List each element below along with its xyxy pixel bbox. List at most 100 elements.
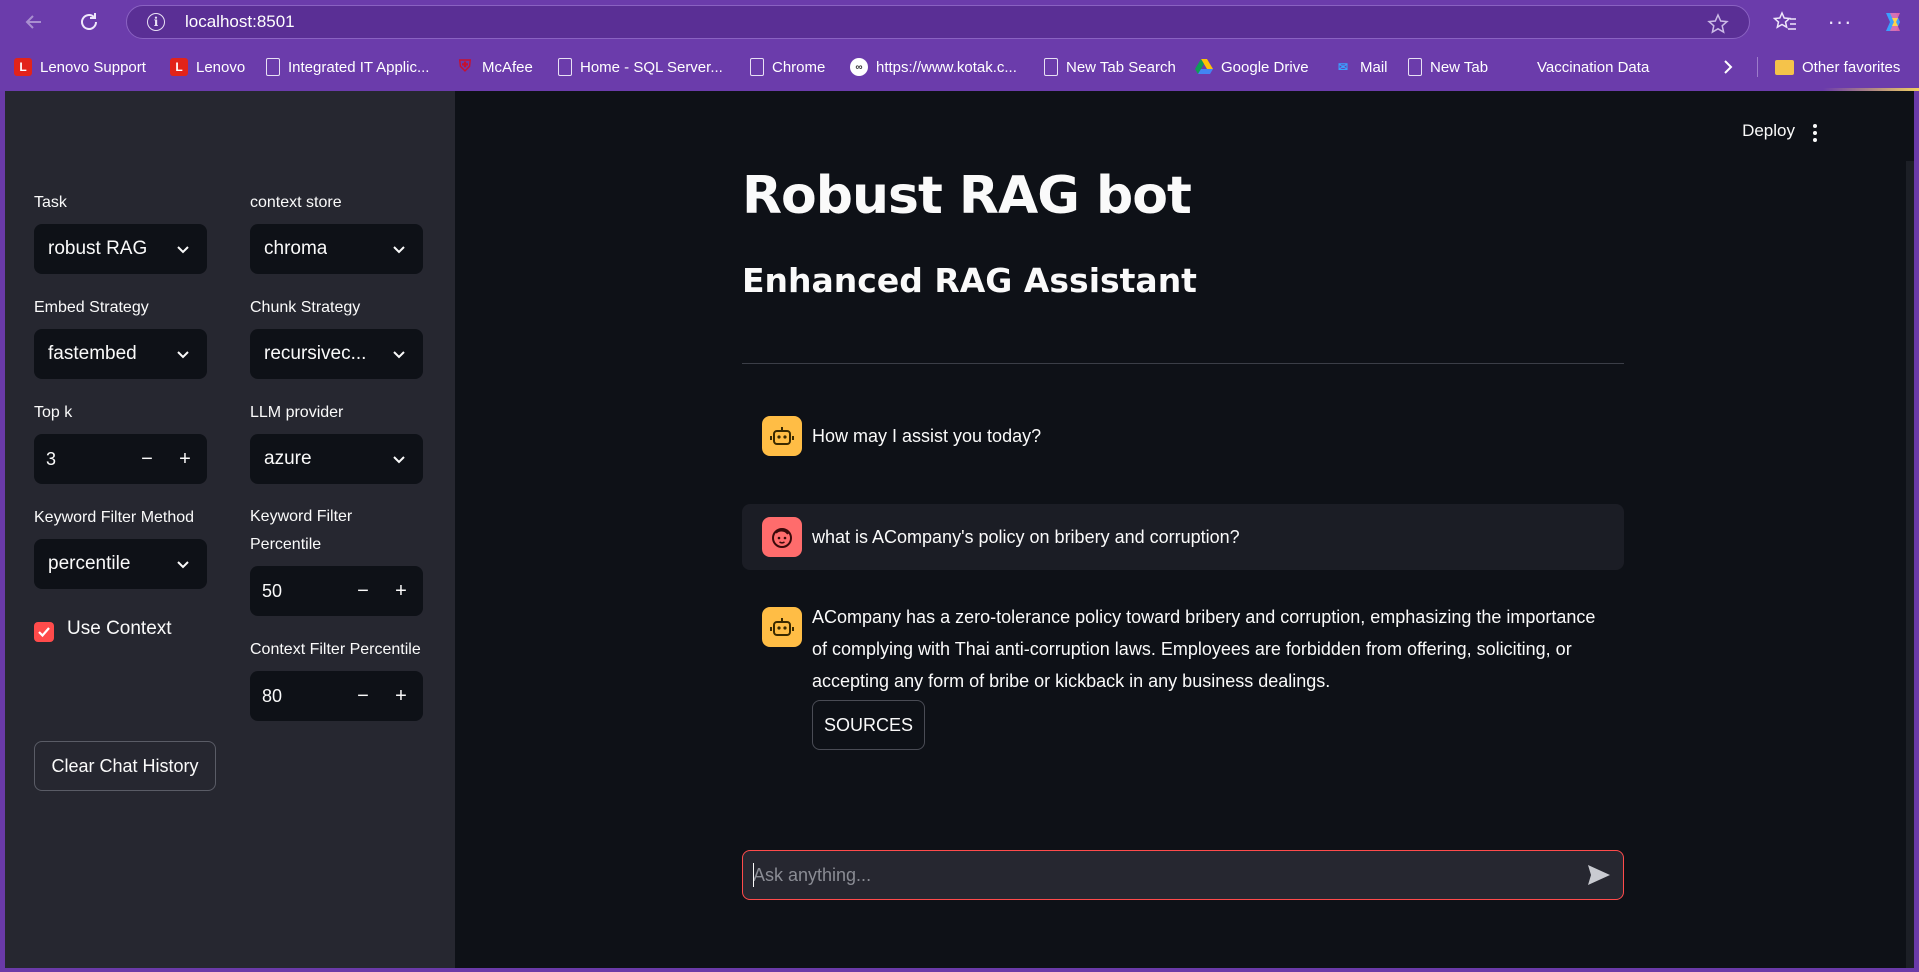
keyword-filter-percentile-input[interactable]: 50 − + [250,566,423,616]
bookmarks-overflow-button[interactable] [1722,52,1734,82]
embed-strategy-select[interactable]: fastembed [34,329,207,379]
bot-avatar-icon [762,416,802,456]
message-text: what is ACompany's policy on bribery and… [812,527,1240,547]
keyword-filter-percentile-increment-button[interactable]: + [383,566,419,616]
context-store-label: context store [250,194,342,211]
keyword-filter-percentile-label-line1: Keyword Filter [250,508,353,525]
chevron-down-icon [177,246,189,254]
top-k-value: 3 [46,449,57,469]
task-select-value: robust RAG [48,238,148,259]
chat-message-assistant: ACompany has a zero-tolerance policy tow… [742,601,1624,751]
use-context-label[interactable]: Use Context [67,618,172,640]
address-url: localhost:8501 [185,12,295,31]
keyword-filter-percentile-decrement-button[interactable]: − [345,566,381,616]
copilot-icon[interactable] [1878,8,1908,36]
page-icon [1408,58,1422,76]
bookmark-mail[interactable]: ✉ Mail [1334,52,1388,82]
message-text: How may I assist you today? [812,426,1042,446]
task-select[interactable]: robust RAG [34,224,207,274]
address-bar[interactable]: i localhost:8501 [126,5,1750,39]
chat-message-user: what is ACompany's policy on bribery and… [742,504,1624,570]
chevron-right-icon [1724,60,1733,74]
back-arrow-icon [25,15,41,29]
bookmark-kotak[interactable]: ∞ https://www.kotak.c... [850,52,1017,82]
chevron-down-icon [177,351,189,359]
chat-message-assistant: How may I assist you today? [742,411,1624,471]
user-avatar-icon [762,517,802,557]
bookmark-lenovo[interactable]: L Lenovo [170,52,245,82]
bookmark-new-tab-search[interactable]: New Tab Search [1044,52,1176,82]
bookmark-vaccination-data[interactable]: Vaccination Data [1511,52,1649,82]
bookmark-lenovo-support[interactable]: L Lenovo Support [14,52,146,82]
bookmark-google-drive[interactable]: Google Drive [1195,52,1309,82]
chat-input-field[interactable] [753,851,1553,899]
refresh-icon [81,13,97,30]
sources-button[interactable]: SOURCES [812,700,925,750]
more-options-icon[interactable]: ··· [1825,8,1855,36]
page-icon [558,58,572,76]
chat-input[interactable] [742,850,1624,900]
keyword-filter-percentile-label-line2: Percentile [250,536,322,553]
bookmark-mcafee[interactable]: ⛨ McAfee [456,52,533,82]
chunk-strategy-select-value: recursivec... [264,343,367,364]
refresh-button[interactable] [71,6,107,38]
page-subtitle: Enhanced RAG Assistant [742,261,1197,300]
context-filter-percentile-decrement-button[interactable]: − [345,671,381,721]
keyword-filter-method-label: Keyword Filter Method [34,509,195,526]
site-info-icon[interactable]: i [147,13,165,31]
chevron-down-icon [393,456,405,464]
chevron-down-icon [393,246,405,254]
bookmark-other-favorites[interactable]: Other favorites [1775,52,1900,82]
clear-chat-history-button[interactable]: Clear Chat History [34,741,216,791]
streamlit-app: Task robust RAG context store chroma Emb… [5,91,1914,968]
task-label: Task [34,194,67,211]
favorites-icon[interactable] [1770,8,1800,36]
context-store-select-value: chroma [264,238,328,259]
send-icon[interactable] [1587,864,1611,886]
use-context-checkbox[interactable] [34,622,54,642]
top-k-increment-button[interactable]: + [167,434,203,484]
keyword-filter-method-value: percentile [48,553,131,574]
scrollbar[interactable] [1906,161,1914,968]
text-caret [753,863,754,887]
top-k-input[interactable]: 3 − + [34,434,207,484]
mcafee-icon: ⛨ [458,58,471,75]
page-title: Robust RAG bot [742,166,1192,226]
embed-strategy-label: Embed Strategy [34,299,149,316]
context-filter-percentile-value: 80 [262,686,283,706]
message-text: ACompany has a zero-tolerance policy tow… [812,607,1596,691]
folder-icon [1775,59,1794,75]
chevron-down-icon [177,561,189,569]
context-filter-percentile-increment-button[interactable]: + [383,671,419,721]
favorite-star-icon[interactable] [1707,13,1729,35]
bookmark-chrome[interactable]: Chrome [750,52,825,82]
page-icon [750,58,764,76]
chunk-strategy-select[interactable]: recursivec... [250,329,423,379]
top-k-decrement-button[interactable]: − [129,434,165,484]
chevron-down-icon [393,351,405,359]
context-filter-percentile-label: Context Filter Percentile [250,641,421,658]
main-menu-icon[interactable] [1809,121,1821,145]
google-drive-icon [1195,58,1213,76]
llm-provider-select[interactable]: azure [250,434,423,484]
bookmark-sql-server[interactable]: Home - SQL Server... [558,52,723,82]
chunk-strategy-label: Chunk Strategy [250,299,361,316]
sidebar: Task robust RAG context store chroma Emb… [5,91,455,968]
kotak-icon: ∞ [850,58,868,76]
context-filter-percentile-input[interactable]: 80 − + [250,671,423,721]
page-icon [1044,58,1058,76]
header-divider [742,363,1624,364]
lenovo-icon: L [170,58,188,76]
browser-toolbar: i localhost:8501 ··· L Lenovo Support L Le… [0,0,1919,91]
deploy-button[interactable]: Deploy [1742,121,1795,141]
keyword-filter-method-select[interactable]: percentile [34,539,207,589]
context-store-select[interactable]: chroma [250,224,423,274]
llm-provider-label: LLM provider [250,404,344,421]
top-k-label: Top k [34,404,73,421]
bookmark-integrated-it[interactable]: Integrated IT Applic... [266,52,429,82]
bookmark-new-tab[interactable]: New Tab [1408,52,1488,82]
bookmarks-bar: L Lenovo Support L Lenovo Integrated IT Ap… [0,52,1919,82]
checkmark-icon [38,627,50,638]
back-button[interactable] [16,6,52,38]
bookmarks-divider [1757,57,1758,77]
